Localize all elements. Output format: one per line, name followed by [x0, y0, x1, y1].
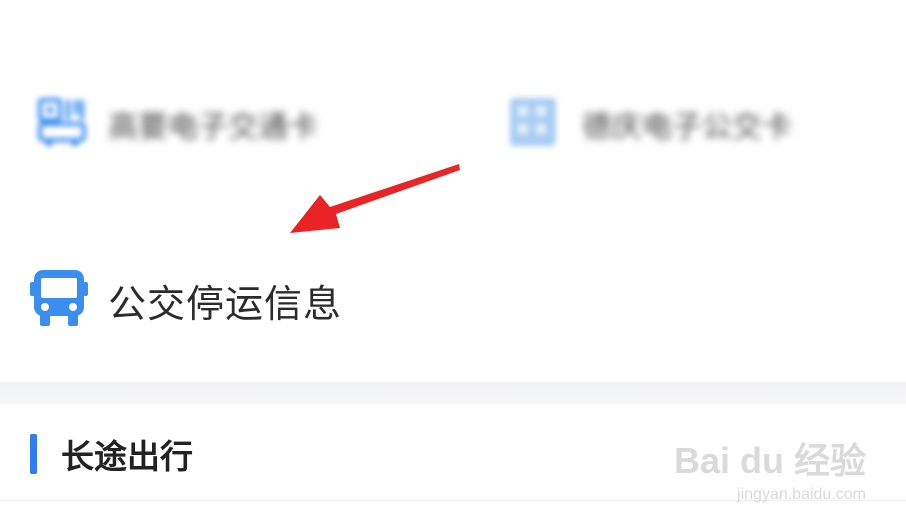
- service-label: 高要电子交通卡: [108, 110, 318, 145]
- qr-bus-card-icon: [36, 96, 88, 152]
- section-accent-bar: [30, 434, 37, 474]
- baidu-jingyan-watermark: Bai du 经验 jingyan.baidu.com: [674, 432, 866, 504]
- section-title: 长途出行: [61, 437, 193, 476]
- service-gaoyao-card[interactable]: 高要电子交通卡: [36, 96, 318, 152]
- service-deqing-card[interactable]: 德庆电子公交卡: [508, 96, 792, 152]
- watermark-url: jingyan.baidu.com: [737, 486, 866, 503]
- service-label: 公交停运信息: [108, 281, 343, 326]
- service-label: 德庆电子公交卡: [582, 110, 792, 145]
- grid-card-icon: [508, 96, 558, 152]
- section-header-long-distance: 长途出行: [30, 430, 193, 478]
- bus-icon: [30, 268, 88, 332]
- watermark-brand: Bai du 经验: [673, 440, 866, 481]
- section-divider: [0, 382, 906, 404]
- service-bus-suspension-info[interactable]: 公交停运信息: [30, 268, 342, 332]
